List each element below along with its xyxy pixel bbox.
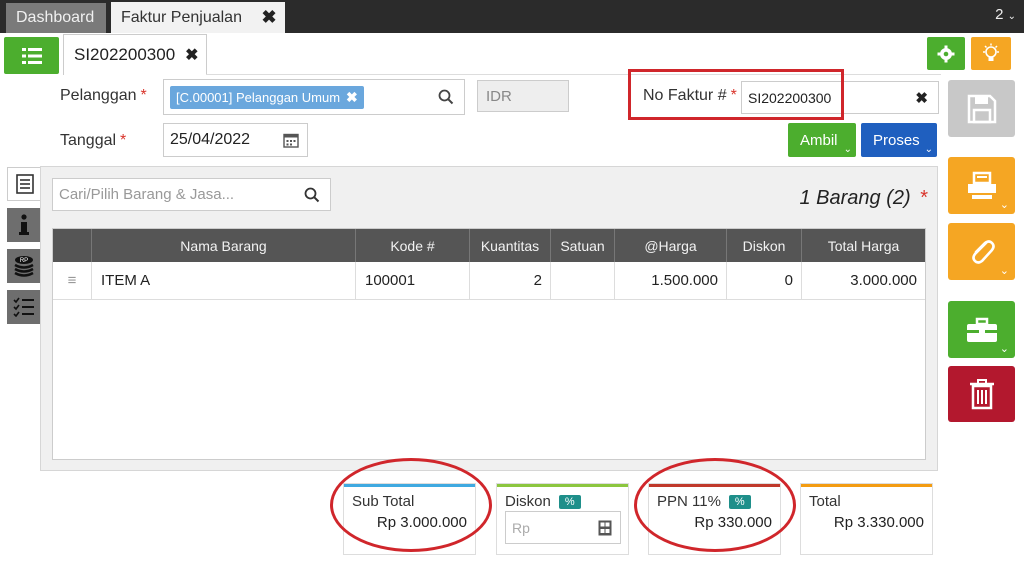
pelanggan-label-text: Pelanggan — [60, 87, 137, 104]
gear-icon — [937, 45, 955, 62]
settings-button[interactable] — [927, 37, 965, 70]
items-table: Nama Barang Kode # Kuantitas Satuan @Har… — [52, 228, 926, 460]
lightbulb-icon — [983, 43, 999, 61]
chevron-down-icon: ⌄ — [924, 144, 933, 155]
cell-nama-barang[interactable]: ITEM A — [92, 262, 356, 300]
calculator-icon[interactable] — [598, 520, 612, 536]
tab-count-value: 2 — [995, 6, 1004, 23]
print-button[interactable]: ⌄ — [948, 157, 1015, 214]
currency-field: IDR — [477, 80, 569, 112]
document-list-icon — [15, 174, 34, 194]
column-header-satuan[interactable]: Satuan — [551, 229, 615, 262]
required-mark: * — [120, 132, 127, 149]
total-accent — [801, 484, 932, 487]
search-icon[interactable] — [438, 89, 454, 105]
drag-handle-icon[interactable]: ≡ — [53, 262, 92, 300]
save-icon — [967, 94, 996, 123]
date-input[interactable]: 25/04/2022 — [163, 123, 308, 157]
highlight-subtotal — [330, 458, 492, 552]
tips-button[interactable] — [971, 37, 1011, 70]
document-tab-label: SI202200300 — [74, 45, 176, 64]
list-menu-button[interactable] — [4, 37, 59, 74]
list-icon — [21, 47, 42, 64]
tab-faktur-penjualan[interactable]: Faktur Penjualan — [111, 2, 253, 33]
clear-icon[interactable]: ✖ — [915, 89, 928, 107]
diskon-label: Diskon — [505, 493, 551, 510]
printer-icon — [967, 171, 996, 199]
chevron-down-icon: ⌄ — [999, 199, 1009, 211]
diskon-placeholder: Rp — [512, 519, 530, 536]
attachment-button[interactable]: ⌄ — [948, 223, 1015, 280]
info-icon — [19, 214, 29, 235]
cell-harga[interactable]: 1.500.000 — [615, 262, 727, 300]
cell-kode[interactable]: 100001 — [356, 262, 470, 300]
date-value: 25/04/2022 — [170, 131, 251, 148]
briefcase-icon — [966, 317, 997, 342]
customer-chip-label: [C.00001] Pelanggan Umum — [176, 90, 341, 105]
side-tab-info[interactable] — [7, 208, 41, 242]
cell-total-harga: 3.000.000 — [802, 262, 925, 300]
column-header-diskon[interactable]: Diskon — [727, 229, 802, 262]
diskon-percent-toggle[interactable]: % — [558, 494, 581, 509]
briefcase-button[interactable]: ⌄ — [948, 301, 1015, 358]
tab-dashboard[interactable]: Dashboard — [6, 3, 106, 33]
pelanggan-label: Pelanggan * — [60, 87, 147, 105]
side-tab-payment[interactable]: RP — [7, 249, 41, 283]
chevron-down-icon: ⌄ — [999, 343, 1009, 355]
cell-satuan[interactable] — [551, 262, 615, 300]
close-document-icon[interactable]: ✖ — [185, 45, 198, 65]
side-tab-items[interactable] — [7, 167, 41, 201]
diskon-box: Diskon % Rp — [496, 483, 629, 555]
diskon-title: Diskon % — [505, 493, 581, 510]
tanggal-label: Tanggal * — [60, 132, 126, 150]
diskon-accent — [497, 484, 628, 487]
item-search-input[interactable]: Cari/Pilih Barang & Jasa... — [52, 178, 331, 211]
chevron-down-icon: ⌄ — [1007, 11, 1016, 22]
required-mark: * — [140, 87, 147, 104]
column-header-drag — [53, 229, 92, 262]
side-tab-checklist[interactable] — [7, 290, 41, 324]
item-count: 1 Barang (2) * — [760, 187, 928, 210]
search-icon[interactable] — [304, 187, 320, 203]
required-mark: * — [920, 187, 928, 209]
item-search-placeholder: Cari/Pilih Barang & Jasa... — [59, 186, 235, 203]
column-header-kode[interactable]: Kode # — [356, 229, 470, 262]
trash-icon — [969, 379, 994, 410]
remove-customer-icon[interactable]: ✖ — [346, 89, 358, 106]
highlight-no-faktur — [628, 69, 844, 120]
cell-diskon[interactable]: 0 — [727, 262, 802, 300]
item-count-text: 1 Barang (2) — [799, 187, 911, 209]
proses-label: Proses — [873, 131, 920, 149]
chevron-down-icon: ⌄ — [843, 144, 852, 155]
ambil-button[interactable]: Ambil ⌄ — [788, 123, 856, 157]
column-header-kuantitas[interactable]: Kuantitas — [470, 229, 551, 262]
highlight-ppn — [634, 458, 796, 552]
total-value: Rp 3.330.000 — [833, 514, 924, 531]
delete-button[interactable] — [948, 366, 1015, 422]
chevron-down-icon: ⌄ — [999, 265, 1009, 277]
tab-count[interactable]: 2 ⌄ — [995, 6, 1016, 23]
proses-button[interactable]: Proses ⌄ — [861, 123, 937, 157]
paperclip-icon — [971, 239, 995, 264]
tanggal-label-text: Tanggal — [60, 132, 117, 149]
money-stack-icon: RP — [14, 256, 34, 277]
document-tab[interactable]: SI202200300 ✖ — [63, 34, 207, 75]
svg-text:RP: RP — [20, 258, 28, 264]
cell-kuantitas[interactable]: 2 — [470, 262, 551, 300]
column-header-harga[interactable]: @Harga — [615, 229, 727, 262]
customer-chip: [C.00001] Pelanggan Umum ✖ — [170, 86, 364, 109]
calendar-icon[interactable] — [283, 132, 299, 148]
ambil-label: Ambil — [800, 131, 838, 149]
total-label: Total — [809, 493, 841, 510]
column-header-nama[interactable]: Nama Barang — [92, 229, 356, 262]
checklist-icon — [13, 297, 34, 317]
column-header-total[interactable]: Total Harga — [802, 229, 925, 262]
top-tab-bar: Dashboard Faktur Penjualan ✖ 2 ⌄ — [0, 0, 1024, 33]
save-button[interactable] — [948, 80, 1015, 137]
close-tab-icon[interactable]: ✖ — [253, 2, 285, 33]
diskon-input[interactable]: Rp — [505, 511, 621, 544]
total-box: Total Rp 3.330.000 — [800, 483, 933, 555]
customer-select[interactable]: [C.00001] Pelanggan Umum ✖ — [163, 79, 465, 115]
